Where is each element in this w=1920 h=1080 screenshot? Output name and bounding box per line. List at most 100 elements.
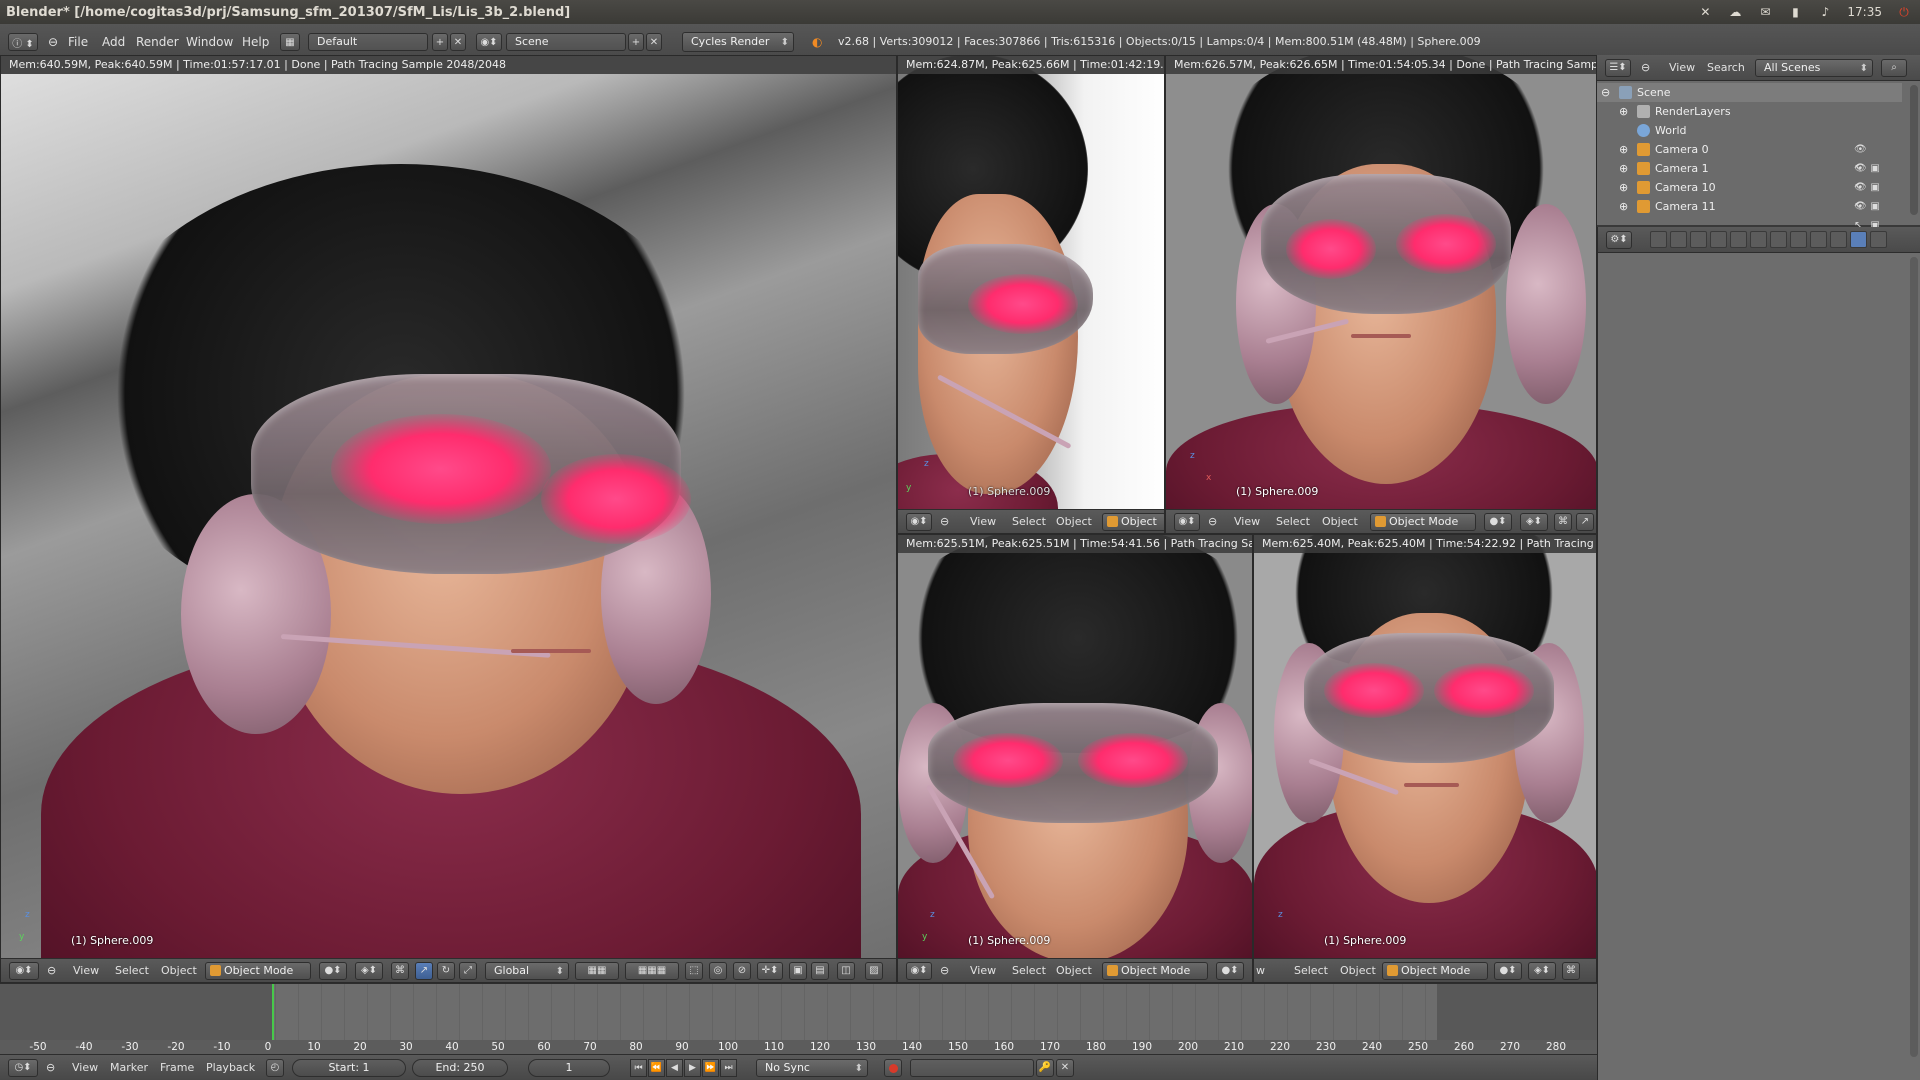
delete-keyframe-icon[interactable]: ✕ xyxy=(1056,1059,1074,1077)
proportional-edit-icon[interactable]: ◎ xyxy=(709,962,727,980)
split-view-icon[interactable]: ◫ xyxy=(837,962,855,980)
layout-screen-icon[interactable]: ▦ xyxy=(280,33,300,51)
menu-file[interactable]: File xyxy=(68,33,88,51)
manipulator-toggle-icon[interactable]: ⌘ xyxy=(1554,513,1572,531)
menu-view[interactable]: View xyxy=(72,1059,98,1077)
tree-item-camera-0[interactable]: ⊕ Camera 0 👁↖▣ xyxy=(1597,140,1902,174)
cloud-icon[interactable]: ☁ xyxy=(1727,5,1743,19)
jump-start-icon[interactable]: ⏮ xyxy=(630,1059,647,1077)
jump-end-icon[interactable]: ⏭ xyxy=(720,1059,737,1077)
viewport-side[interactable]: Mem:624.87M, Peak:625.66M | Time:01:42:1… xyxy=(897,55,1165,534)
scale-manipulator-icon[interactable]: ⤢ xyxy=(459,962,477,980)
keying-set-field[interactable] xyxy=(910,1059,1034,1077)
render-tab-icon[interactable] xyxy=(1650,231,1667,248)
play-reverse-icon[interactable]: ◀ xyxy=(666,1059,683,1077)
opengl-render-icon[interactable]: ▣ xyxy=(789,962,807,980)
menu-search[interactable]: Search xyxy=(1707,59,1745,77)
pivot-point-icon[interactable]: ◈⬍ xyxy=(1528,962,1556,980)
editor-type-3d-icon[interactable]: ◉⬍ xyxy=(906,962,932,980)
collapse-menu-icon[interactable]: ⊖ xyxy=(46,1059,55,1077)
menu-playback[interactable]: Playback xyxy=(206,1059,255,1077)
scene-add-icon[interactable]: + xyxy=(628,33,644,51)
object-mode-dropdown[interactable]: Object Mode xyxy=(1370,513,1476,531)
menu-select[interactable]: Select xyxy=(1012,962,1046,980)
shading-solid-icon[interactable]: ●⬍ xyxy=(1484,513,1512,531)
viewport-top-down[interactable]: Mem:625.51M, Peak:625.51M | Time:54:41.5… xyxy=(897,534,1253,983)
properties-scrollbar[interactable] xyxy=(1910,257,1918,1057)
collapse-menu-icon[interactable]: ⊖ xyxy=(1208,513,1217,531)
snap-toggle-icon[interactable]: ⊘ xyxy=(733,962,751,980)
insert-keyframe-icon[interactable]: 🔑 xyxy=(1036,1059,1054,1077)
opengl-anim-icon[interactable]: ▤ xyxy=(811,962,829,980)
transform-orientation-dropdown[interactable]: Global xyxy=(485,962,569,980)
menu-select[interactable]: Select xyxy=(1012,513,1046,531)
collapse-menu-icon[interactable]: ⊖ xyxy=(940,962,949,980)
scene-tab-icon[interactable] xyxy=(1690,231,1707,248)
scene-remove-icon[interactable]: ✕ xyxy=(646,33,662,51)
editor-type-timeline-icon[interactable]: ◷⬍ xyxy=(8,1059,38,1077)
snap-element-icon[interactable]: ✛⬍ xyxy=(757,962,783,980)
scene-name-field[interactable]: Scene xyxy=(506,33,626,51)
viewport-front[interactable]: Mem:625.40M, Peak:625.40M | Time:54:22.9… xyxy=(1253,534,1597,983)
prev-keyframe-icon[interactable]: ⏪ xyxy=(648,1059,665,1077)
shading-solid-icon[interactable]: ●⬍ xyxy=(1216,962,1244,980)
preview-range-icon[interactable]: ◴ xyxy=(266,1059,284,1077)
editor-type-info-icon[interactable]: ⓘ ⬍ xyxy=(8,33,38,51)
editor-type-3d-icon[interactable]: ◉⬍ xyxy=(9,962,39,980)
layout-add-icon[interactable]: + xyxy=(432,33,448,51)
menu-view[interactable]: View xyxy=(970,513,996,531)
tree-item-camera-1[interactable]: ⊕ Camera 1 👁↖▣ xyxy=(1597,159,1902,193)
layout-name-field[interactable]: Default xyxy=(308,33,428,51)
translate-manipulator-icon[interactable]: ↗ xyxy=(415,962,433,980)
viewport-front-low[interactable]: Mem:626.57M, Peak:626.65M | Time:01:54:0… xyxy=(1165,55,1597,534)
layout-remove-icon[interactable]: ✕ xyxy=(450,33,466,51)
expand-icon[interactable]: ⊕ xyxy=(1619,140,1628,159)
physics-tab-icon[interactable] xyxy=(1870,231,1887,248)
mail-icon[interactable]: ✉ xyxy=(1757,5,1773,19)
collapse-icon[interactable]: ⊖ xyxy=(1601,83,1610,102)
expand-icon[interactable]: ⊕ xyxy=(1619,159,1628,178)
network-icon[interactable]: ▮ xyxy=(1787,5,1803,19)
data-tab-icon[interactable] xyxy=(1790,231,1807,248)
manipulator-toggle-icon[interactable]: ⌘ xyxy=(391,962,409,980)
sync-mode-dropdown[interactable]: No Sync xyxy=(756,1059,868,1077)
menu-view[interactable]: View xyxy=(1234,513,1260,531)
power-icon[interactable]: ⏻ xyxy=(1896,5,1912,19)
layers-grid-2-icon[interactable]: ▦▦▦ xyxy=(625,962,679,980)
render-region-icon[interactable]: ▨ xyxy=(865,962,883,980)
menu-view[interactable]: View xyxy=(970,962,996,980)
object-mode-dropdown[interactable]: Object Mode xyxy=(205,962,311,980)
translate-manipulator-icon[interactable]: ↗ xyxy=(1576,513,1594,531)
particles-tab-icon[interactable] xyxy=(1850,231,1867,248)
menu-render[interactable]: Render xyxy=(136,33,179,51)
play-icon[interactable]: ▶ xyxy=(684,1059,701,1077)
world-tab-icon[interactable] xyxy=(1710,231,1727,248)
editor-type-3d-icon[interactable]: ◉⬍ xyxy=(1174,513,1200,531)
tree-item-scene[interactable]: ⊖ Scene xyxy=(1597,83,1902,102)
menu-object[interactable]: Object xyxy=(1056,962,1092,980)
clock[interactable]: 17:35 xyxy=(1847,5,1882,19)
next-keyframe-icon[interactable]: ⏩ xyxy=(702,1059,719,1077)
volume-icon[interactable]: ♪ xyxy=(1817,5,1833,19)
render-layers-tab-icon[interactable] xyxy=(1670,231,1687,248)
pivot-point-icon[interactable]: ◈⬍ xyxy=(1520,513,1548,531)
layers-grid-icon[interactable]: ▦▦ xyxy=(575,962,619,980)
menu-view[interactable]: View xyxy=(1669,59,1695,77)
object-mode-dropdown[interactable]: Object M xyxy=(1102,513,1164,531)
menu-select[interactable]: Select xyxy=(1294,962,1328,980)
record-keyframe-icon[interactable] xyxy=(884,1059,902,1077)
object-mode-dropdown[interactable]: Object Mode xyxy=(1382,962,1488,980)
playhead[interactable] xyxy=(272,984,274,1040)
menu-add[interactable]: Add xyxy=(102,33,125,51)
menu-select[interactable]: Select xyxy=(1276,513,1310,531)
menu-frame[interactable]: Frame xyxy=(160,1059,194,1077)
shading-solid-icon[interactable]: ●⬍ xyxy=(319,962,347,980)
menu-help[interactable]: Help xyxy=(242,33,269,51)
current-frame-field[interactable]: 1 xyxy=(528,1059,610,1077)
timeline[interactable]: -50 -40 -30 -20 -10 0 10 20 30 40 50 60 70 80 90 100 110… xyxy=(0,983,1597,1055)
collapse-menu-icon[interactable]: ⊖ xyxy=(48,33,58,51)
tree-item-camera-10[interactable]: ⊕ Camera 10 👁↖▣ xyxy=(1597,178,1902,212)
menu-object[interactable]: Object xyxy=(1340,962,1376,980)
object-mode-dropdown[interactable]: Object Mode xyxy=(1102,962,1208,980)
menu-object[interactable]: Object xyxy=(1322,513,1358,531)
